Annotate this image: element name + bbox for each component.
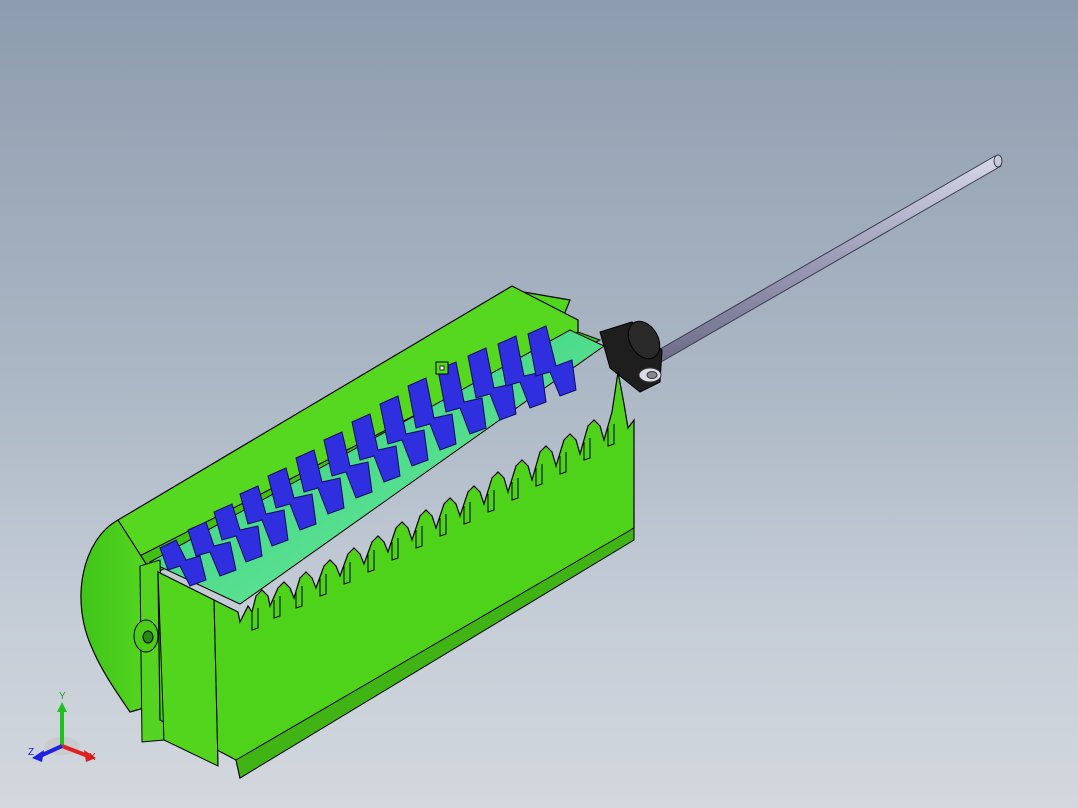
- graphics-viewport[interactable]: Y Z X: [0, 0, 1078, 808]
- motor-hub: [599, 320, 663, 393]
- triad-y-label: Y: [59, 691, 66, 702]
- triad-x-label: X: [89, 752, 96, 763]
- drive-shaft: [654, 154, 1003, 363]
- coordinate-triad: Y Z X: [24, 690, 114, 770]
- triad-axes-icon: [32, 702, 96, 762]
- back-wall-tab: [435, 361, 449, 375]
- model-view[interactable]: [0, 0, 1078, 808]
- triad-z-label: Z: [28, 747, 35, 758]
